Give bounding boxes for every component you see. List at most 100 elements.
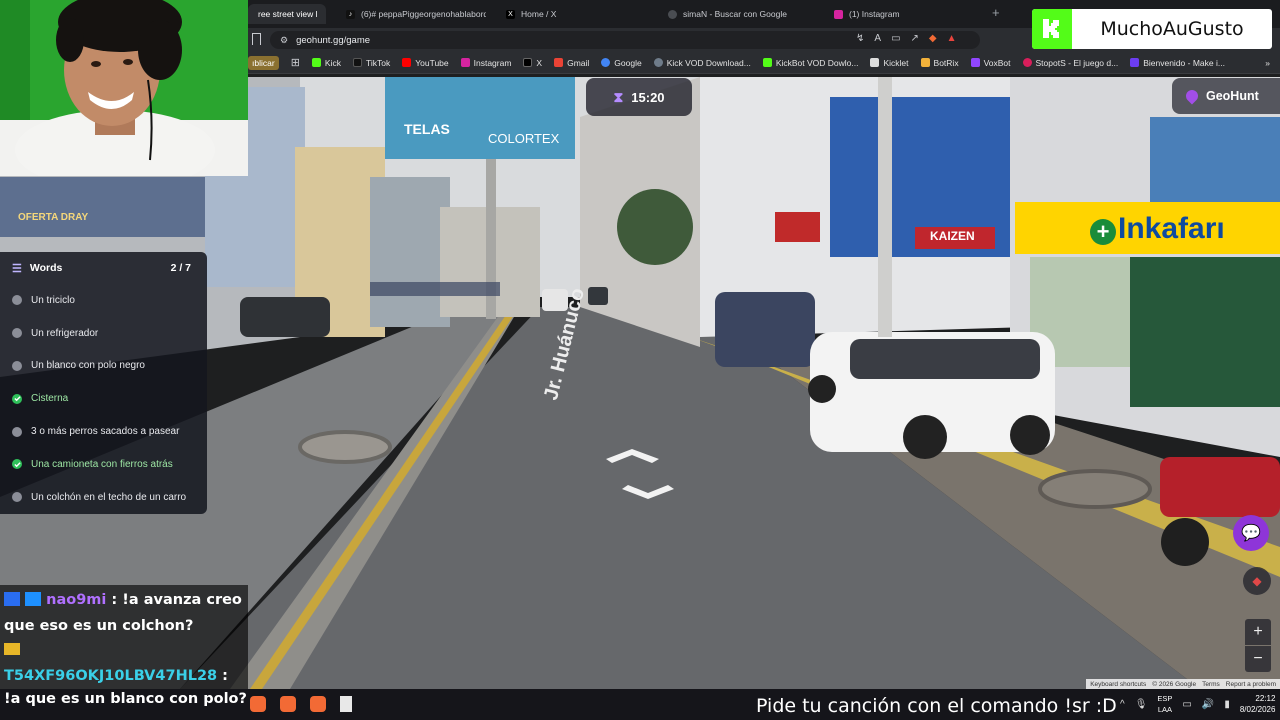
- tab-x[interactable]: X Home / X: [496, 4, 656, 24]
- chat-username: T54XF96OKJ10LBV47HL28: [4, 668, 218, 684]
- bookmark-gmail[interactable]: Gmail: [548, 58, 595, 68]
- system-clock[interactable]: 22:12 8/02/2026: [1240, 693, 1276, 715]
- bookmark-bienvenido[interactable]: Bienvenido - Make i...: [1124, 58, 1231, 68]
- kick-logo-icon: [1032, 9, 1072, 49]
- apps-grid-icon[interactable]: ⊞: [285, 56, 306, 69]
- bookmark-label: YouTube: [415, 57, 449, 68]
- file-app-icon[interactable]: [340, 696, 352, 712]
- report-problem-link[interactable]: Report a problem: [1226, 681, 1276, 688]
- chevron-up-icon[interactable]: ^: [1120, 699, 1125, 710]
- x-icon: [523, 58, 533, 67]
- network-icon[interactable]: ▭: [1182, 699, 1191, 710]
- battery-icon[interactable]: ▮: [1224, 699, 1230, 710]
- compass-button[interactable]: ◆: [1243, 567, 1271, 595]
- word-label: Un colchón en el techo de un carro: [31, 491, 187, 503]
- word-item[interactable]: Un blanco con polo negro: [0, 350, 207, 383]
- tab-google[interactable]: simaN - Buscar con Google: [658, 4, 823, 24]
- bookmark-label: Kicklet: [883, 57, 909, 68]
- instagram-icon: [460, 58, 470, 67]
- word-item[interactable]: 3 o más perros sacados a pasear: [0, 415, 207, 448]
- bookmark-label: Kick: [324, 57, 341, 68]
- pending-dot-icon: [12, 360, 22, 371]
- keyboard-layout: LAA: [1157, 705, 1172, 714]
- bookmark-star-icon[interactable]: [252, 33, 261, 45]
- bookmark-label: X: [536, 57, 543, 68]
- bookmark-label: Instagram: [473, 57, 512, 68]
- new-tab-button[interactable]: +: [992, 5, 1000, 20]
- bookmark-label: BotRix: [933, 57, 959, 68]
- site-info-icon[interactable]: ⚙: [280, 35, 288, 46]
- bookmark-youtube[interactable]: YouTube: [396, 58, 454, 68]
- brave-app-icon[interactable]: [250, 696, 266, 712]
- pending-dot-icon: [12, 295, 22, 306]
- language-indicator[interactable]: ESP LAA: [1157, 693, 1172, 715]
- more-bookmarks-icon[interactable]: »: [1259, 58, 1280, 68]
- brave-app-icon[interactable]: [310, 696, 326, 712]
- word-item[interactable]: Un refrigerador: [0, 317, 207, 350]
- stopots-icon: [1022, 58, 1032, 67]
- keyboard-shortcuts-link[interactable]: Keyboard shortcuts: [1090, 681, 1146, 688]
- check-icon: [12, 393, 22, 404]
- word-label: Un blanco con polo negro: [31, 360, 145, 372]
- bookmark-label: StopotS - El juego d...: [1035, 57, 1119, 68]
- bookmark-publicar[interactable]: ıblicar: [248, 55, 279, 70]
- word-label: Una camioneta con fierros atrás: [31, 458, 173, 470]
- kickbot-icon: [762, 58, 772, 67]
- windows-taskbar: !a que es un blanco con polo? Pide tu ca…: [0, 689, 1280, 720]
- translate-icon[interactable]: A: [874, 33, 881, 44]
- bookmark-stopots[interactable]: StopotS - El juego d...: [1017, 58, 1125, 68]
- gmail-icon: [554, 58, 564, 67]
- billboard-colortex-text: COLORTEX: [488, 131, 560, 146]
- language-code: ESP: [1157, 694, 1173, 703]
- chat-separator: :: [106, 592, 123, 608]
- terms-link[interactable]: Terms: [1202, 681, 1220, 688]
- tab-instagram[interactable]: (1) Instagram: [824, 4, 989, 24]
- word-item[interactable]: Un triciclo: [0, 284, 207, 317]
- map-attribution: Keyboard shortcuts © 2026 Google Terms R…: [1086, 679, 1280, 689]
- brave-app-icon[interactable]: [280, 696, 296, 712]
- word-item[interactable]: Un colchón en el techo de un carro: [0, 481, 207, 514]
- bookmark-instagram[interactable]: Instagram: [455, 58, 518, 68]
- make-icon: [1130, 58, 1140, 67]
- inkafarma-cross-icon: +: [1090, 219, 1116, 245]
- google-icon: [601, 58, 611, 67]
- rewards-icon[interactable]: ▲: [947, 33, 957, 44]
- address-bar-actions: ↯ A ▭ ↗ ◆ ▲: [856, 33, 957, 44]
- stream-chat-overlay: nao9mi : !a avanza creo que eso es un co…: [0, 585, 248, 689]
- bookmark-kick[interactable]: Kick: [306, 58, 347, 68]
- bookmark-botrix[interactable]: BotRix: [915, 58, 965, 68]
- word-item-found[interactable]: Cisterna: [0, 382, 207, 415]
- word-item-found[interactable]: Una camioneta con fierros atrás: [0, 448, 207, 481]
- bookmark-tiktok[interactable]: TikTok: [347, 58, 396, 68]
- bookmark-google[interactable]: Google: [595, 58, 647, 68]
- screen: Jr. Huánuco TELAS COLORTEX OFERTA DRAY K…: [0, 0, 1280, 720]
- bookmark-label: VoxBot: [983, 57, 1011, 68]
- chat-separator: :: [217, 668, 228, 684]
- brand-name: GeoHunt: [1206, 89, 1259, 103]
- kick-icon: [311, 58, 321, 67]
- bookmark-kicklet[interactable]: Kicklet: [864, 58, 914, 68]
- bookmark-label: Gmail: [567, 57, 590, 68]
- brave-shield-icon[interactable]: ◆: [929, 33, 937, 44]
- bookmark-kickbot-vod[interactable]: KickBot VOD Dowlo...: [757, 58, 865, 68]
- volume-icon[interactable]: 🔊: [1202, 699, 1214, 710]
- zoom-out-button[interactable]: −: [1245, 646, 1271, 672]
- tab-tiktok[interactable]: ♪ (6)# peppaPiggeorgenohablaborq: [336, 4, 486, 24]
- cast-icon[interactable]: ▭: [891, 33, 900, 44]
- webcam-feed: [0, 0, 248, 176]
- microphone-icon[interactable]: 🎙: [1135, 699, 1148, 710]
- word-label: 3 o más perros sacados a pasear: [31, 426, 180, 438]
- tab-street-view[interactable]: ree street view l ✕: [248, 4, 326, 24]
- tab-title: ree street view l: [258, 9, 318, 19]
- bookmark-x[interactable]: X: [517, 58, 548, 68]
- share-icon[interactable]: ↗: [911, 33, 919, 44]
- bookmark-voxbot[interactable]: VoxBot: [965, 58, 1017, 68]
- kicklet-icon: [870, 58, 880, 67]
- bookmark-kick-vod[interactable]: Kick VOD Download...: [648, 58, 757, 68]
- tracking-icon[interactable]: ↯: [856, 33, 864, 44]
- geohunt-brand[interactable]: GeoHunt: [1172, 78, 1280, 114]
- word-label: Cisterna: [31, 393, 69, 405]
- chat-bubble-button[interactable]: 💬: [1233, 515, 1269, 551]
- zoom-in-button[interactable]: +: [1245, 619, 1271, 645]
- song-request-banner: Pide tu canción con el comando !sr :D: [756, 695, 1117, 717]
